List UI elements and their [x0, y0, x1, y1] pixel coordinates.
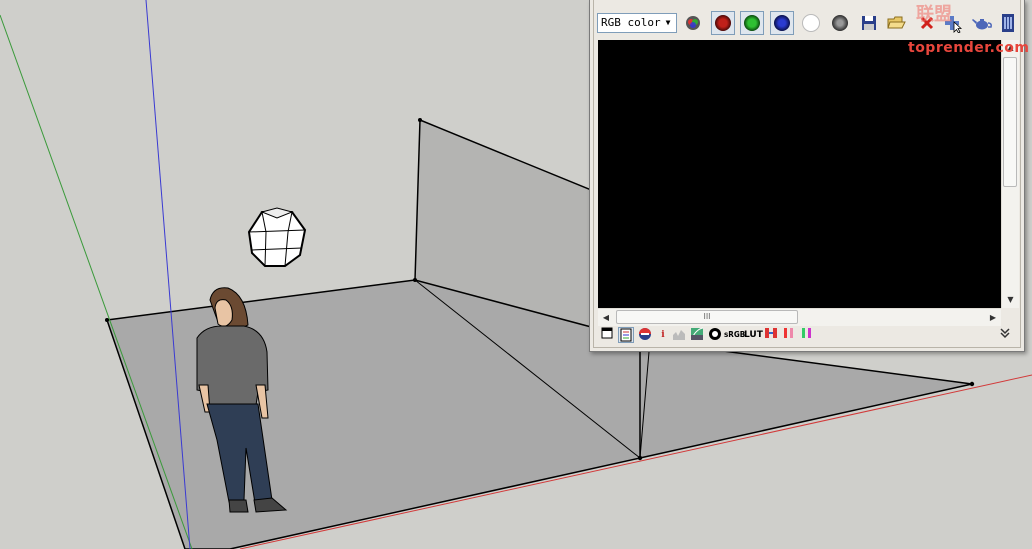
scroll-left-icon[interactable]: ◀ [598, 309, 614, 326]
lut-toggle[interactable]: LUT [744, 327, 763, 343]
compare-a-icon[interactable] [782, 327, 796, 343]
horizontal-scroll-thumb[interactable]: III [616, 310, 798, 324]
rgb-channels-icon[interactable] [681, 11, 705, 35]
history-icon[interactable] [618, 327, 634, 343]
alpha-channel-icon[interactable] [799, 11, 823, 35]
curve-icon[interactable] [690, 327, 704, 343]
color-correction-icon[interactable] [638, 327, 652, 343]
compare-b-icon[interactable] [800, 327, 814, 343]
exposure-icon[interactable] [708, 327, 722, 343]
load-image-icon[interactable] [884, 11, 908, 35]
compare-horizontal-icon[interactable] [764, 327, 778, 343]
chevron-down-double-icon[interactable] [998, 327, 1012, 343]
srgb-toggle[interactable]: sRGB [724, 327, 745, 343]
frame-buffer-window: RGB color ▼ ▲ ▼ ◀ III ▶ i sRGB LUT 联盟 to… [589, 0, 1030, 352]
channel-select[interactable]: RGB color ▼ [597, 13, 677, 33]
info-icon[interactable]: i [656, 327, 670, 343]
red-channel-icon[interactable] [711, 11, 735, 35]
horizontal-scrollbar[interactable]: ◀ III ▶ [598, 308, 1001, 326]
scroll-right-icon[interactable]: ▶ [985, 309, 1001, 326]
scroll-grip: III [703, 312, 711, 321]
levels-icon[interactable] [672, 327, 686, 343]
watermark-site: toprender.com [908, 40, 1030, 56]
monochrome-icon[interactable] [828, 11, 852, 35]
blue-channel-icon[interactable] [770, 11, 794, 35]
watermark-chinese: 联盟 [916, 4, 952, 25]
window-icon[interactable] [600, 327, 614, 343]
chevron-down-icon[interactable]: ▼ [661, 15, 675, 31]
vertical-scrollbar[interactable]: ▲ ▼ [1001, 40, 1019, 308]
save-image-icon[interactable] [857, 11, 881, 35]
frame-buffer-bottom-toolbar: i sRGB LUT [598, 326, 1018, 344]
vertical-scroll-thumb[interactable] [1003, 57, 1017, 187]
render-canvas[interactable] [598, 40, 1001, 308]
channel-select-value: RGB color [601, 16, 661, 29]
green-channel-icon[interactable] [740, 11, 764, 35]
scroll-down-icon[interactable]: ▼ [1002, 292, 1019, 308]
site-watermark: 联盟 toprender.com [908, 4, 1030, 62]
